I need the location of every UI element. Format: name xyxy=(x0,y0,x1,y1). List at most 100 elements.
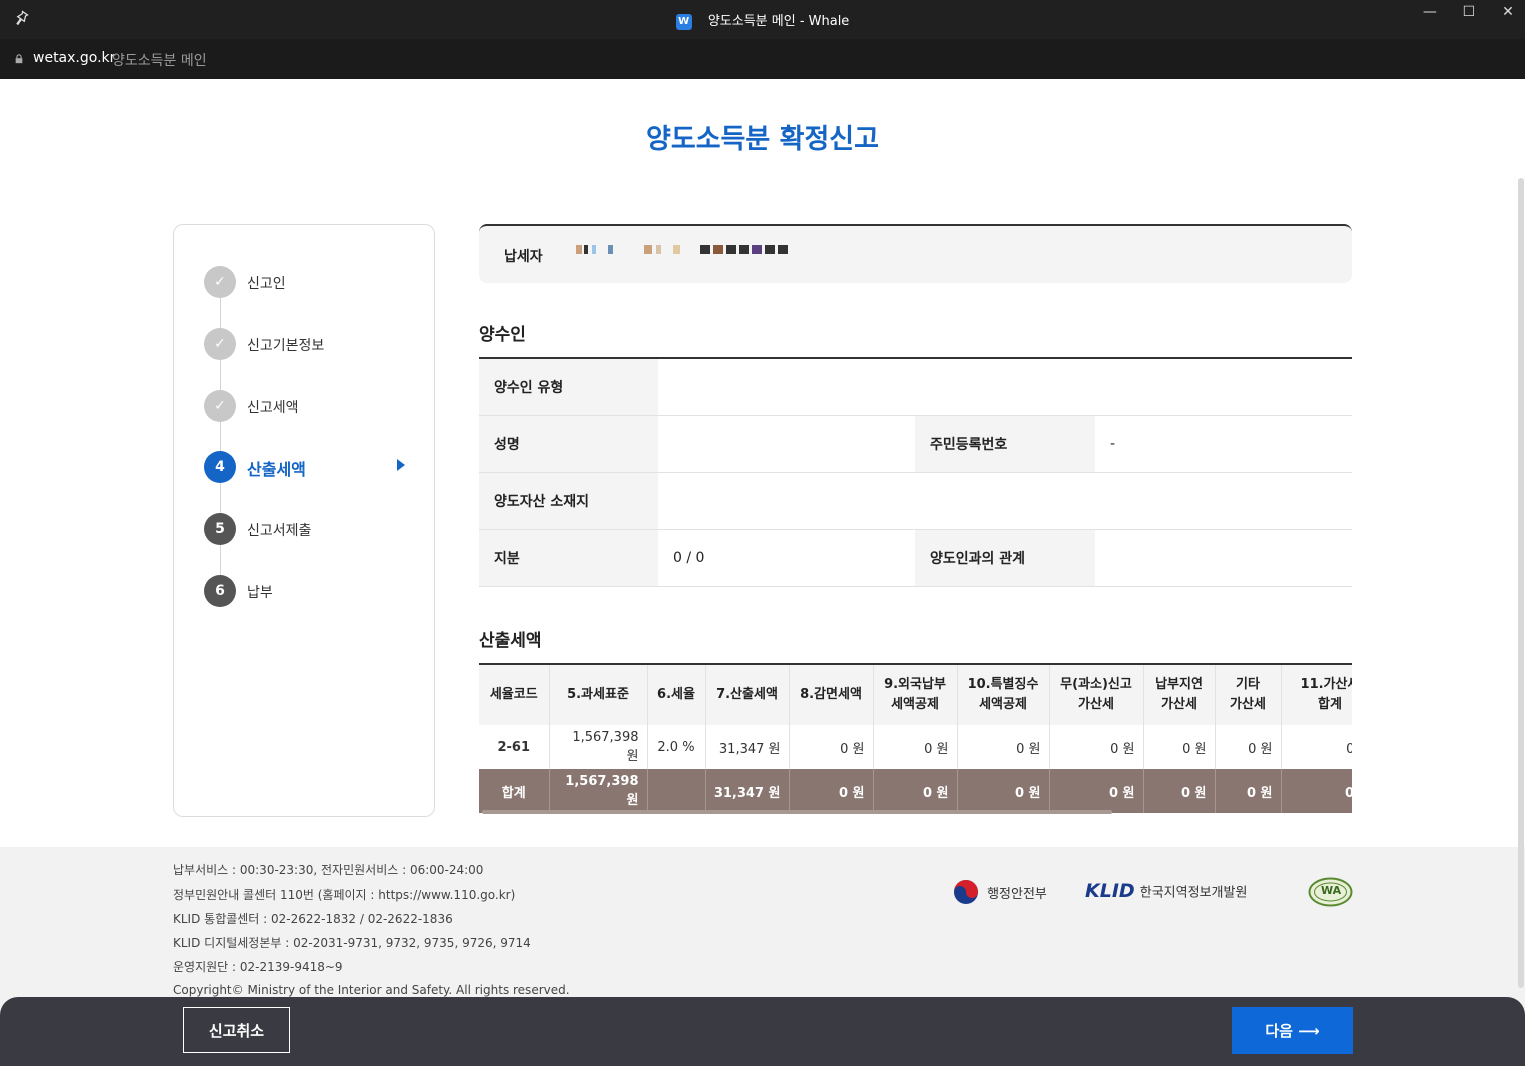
calc-header-text: 11.가산세 xyxy=(1300,677,1352,692)
share-label: 지분 xyxy=(479,529,658,587)
table-row: 양수인 유형 xyxy=(479,358,1352,416)
taxpayer-masked-name xyxy=(576,242,806,258)
table-cell: 0 원 xyxy=(789,725,874,769)
calc-header-cell: 5.과세표준 xyxy=(549,665,648,725)
table-cell: 2-61 xyxy=(479,725,550,769)
calc-header-text: 7.산출세액 xyxy=(716,687,778,702)
sum-cell xyxy=(647,769,706,813)
table-cell: 0 원 xyxy=(1281,725,1352,769)
address-page-title: 양도소득분 메인 xyxy=(112,53,207,69)
transferee-table: 양수인 유형 성명 주민등록번호 - 양도자산 소재지 지분 0 / 0 양도인… xyxy=(479,357,1352,587)
calc-header-cell: 9.외국납부세액공제 xyxy=(873,665,958,725)
wa-certification-logo[interactable]: WA xyxy=(1308,877,1353,907)
lock-icon xyxy=(15,54,23,64)
horizontal-scrollbar[interactable] xyxy=(482,810,1112,814)
maximize-button[interactable]: ☐ xyxy=(1452,0,1486,26)
step-label: 산출세액 xyxy=(247,460,306,479)
page-scrollbar[interactable] xyxy=(1518,178,1524,988)
footer-service-hours: 납부서비스 : 00:30-23:30, 전자민원서비스 : 06:00-24:… xyxy=(173,863,484,877)
window-title: 양도소득분 메인 - Whale xyxy=(707,14,850,29)
mois-logo-text: 행정안전부 xyxy=(987,886,1047,902)
table-row: 지분 0 / 0 양도인과의 관계 xyxy=(479,529,1352,587)
calc-header-text: 세액공제 xyxy=(979,697,1027,712)
calc-table-scroll-area[interactable]: 세율코드 5.과세표준 6.세율 7.산출세액 8.감면세액 9.외국납부 세액공제 10.특… xyxy=(479,663,1352,817)
step-2[interactable]: ✓ 신고기본정보 xyxy=(204,328,414,362)
calc-header-row: 세율코드 5.과세표준 6.세율 7.산출세액 8.감면세액 9.외국납부 세액공제 10.특… xyxy=(479,665,1352,725)
wa-logo-text: WA xyxy=(1321,884,1342,897)
calc-header-text: 10.특별징수 xyxy=(967,677,1039,692)
footer-klid-digital: KLID 디지털세정본부 : 02-2031-9731, 9732, 9735,… xyxy=(173,936,531,950)
window-controls: — ☐ ✕ xyxy=(1413,0,1525,39)
footer-callcenter: 정부민원안내 콜센터 110번 (홈페이지 : https://www.110.… xyxy=(173,888,516,902)
table-cell: 2.0 % xyxy=(647,725,706,769)
share-value: 0 / 0 xyxy=(658,529,915,587)
table-cell: 0 원 xyxy=(1049,725,1144,769)
step-3[interactable]: ✓ 신고세액 xyxy=(204,390,414,424)
calc-header-text: 합계 xyxy=(1318,697,1342,712)
step-check-icon: ✓ xyxy=(204,390,236,422)
transferee-type-value xyxy=(658,358,1352,416)
step-check-icon: ✓ xyxy=(204,266,236,298)
step-number: 5 xyxy=(204,513,236,545)
calc-header-cell: 6.세율 xyxy=(647,665,706,725)
calc-header-text: 가산세 xyxy=(1230,697,1266,712)
calc-header-text: 가산세 xyxy=(1161,697,1197,712)
asset-location-label: 양도자산 소재지 xyxy=(479,472,658,530)
calc-header-text: 5.과세표준 xyxy=(567,687,629,702)
step-4-active[interactable]: 4 산출세액 xyxy=(204,451,414,485)
table-cell: 1,567,398 원 xyxy=(549,725,648,769)
sum-cell: 0 원 xyxy=(1143,769,1216,813)
cancel-filing-button[interactable]: 신고취소 xyxy=(183,1007,290,1053)
transferee-type-label: 양수인 유형 xyxy=(479,358,658,416)
taxpayer-box: 납세자 xyxy=(479,224,1352,283)
klid-logo[interactable]: KLID 한국지역정보개발원 xyxy=(1085,880,1247,904)
calc-header-text: 8.감면세액 xyxy=(800,687,862,702)
sum-cell: 0 원 xyxy=(1215,769,1282,813)
calc-header-text: 9.외국납부 xyxy=(884,677,946,692)
calc-header-cell: 세율코드 xyxy=(479,665,550,725)
calc-header-text: 기타 xyxy=(1236,677,1260,692)
active-step-arrow-icon xyxy=(397,459,405,471)
sum-row: 합계1,567,398 원31,347 원0 원0 원0 원0 원0 원0 원0… xyxy=(479,769,1352,813)
relation-value xyxy=(1095,529,1352,587)
footer-klid-callcenter: KLID 통합콜센터 : 02-2622-1832 / 02-2622-1836 xyxy=(173,912,453,926)
next-button[interactable]: 다음 ⟶ xyxy=(1232,1007,1353,1054)
calc-header-text: 세액공제 xyxy=(891,697,939,712)
calc-header-cell: 11.가산세합계 xyxy=(1281,665,1352,725)
window-title-wrap: W 양도소득분 메인 - Whale xyxy=(0,10,1525,30)
klid-logo-mark: KLID xyxy=(1085,880,1135,902)
name-label: 성명 xyxy=(479,415,658,473)
taxpayer-label: 납세자 xyxy=(504,249,543,265)
sum-cell: 1,567,398 원 xyxy=(549,769,648,813)
close-button[interactable]: ✕ xyxy=(1491,0,1525,26)
table-row: 성명 주민등록번호 - xyxy=(479,415,1352,473)
whale-app-icon: W xyxy=(675,13,692,30)
step-6[interactable]: 6 납부 xyxy=(204,575,414,609)
transferee-section-title: 양수인 xyxy=(479,325,526,345)
step-number: 6 xyxy=(204,575,236,607)
table-cell: 0 원 xyxy=(1215,725,1282,769)
table-cell: 0 원 xyxy=(957,725,1050,769)
window-titlebar: W 양도소득분 메인 - Whale — ☐ ✕ xyxy=(0,0,1525,39)
calc-header-cell: 무(과소)신고 가산세 xyxy=(1049,665,1144,725)
table-cell: 31,347 원 xyxy=(705,725,790,769)
calc-header-text: 무(과소)신고 xyxy=(1060,677,1132,692)
calc-header-text: 납부지연 xyxy=(1155,677,1203,692)
calc-header-cell: 7.산출세액 xyxy=(705,665,790,725)
address-bar[interactable] xyxy=(0,39,1525,79)
step-label: 신고인 xyxy=(247,276,286,292)
sum-cell: 0 원 xyxy=(957,769,1050,813)
mois-logo[interactable]: 행정안전부 xyxy=(952,878,1047,906)
minimize-button[interactable]: — xyxy=(1413,0,1447,26)
step-number: 4 xyxy=(204,451,236,483)
calc-header-cell: 납부지연가산세 xyxy=(1143,665,1216,725)
step-5[interactable]: 5 신고서제출 xyxy=(204,513,414,547)
klid-logo-text: 한국지역정보개발원 xyxy=(1139,885,1248,901)
table-row: 2-61 1,567,398 원 2.0 % 31,347 원0 원0 원0 원0 원… xyxy=(479,725,1352,769)
rrn-value: - xyxy=(1095,415,1352,473)
step-1[interactable]: ✓ 신고인 xyxy=(204,266,414,300)
step-label: 신고서제출 xyxy=(247,523,312,539)
taegeuk-icon xyxy=(954,880,978,904)
calc-header-cell: 10.특별징수세액공제 xyxy=(957,665,1050,725)
asset-location-value xyxy=(658,472,1352,530)
